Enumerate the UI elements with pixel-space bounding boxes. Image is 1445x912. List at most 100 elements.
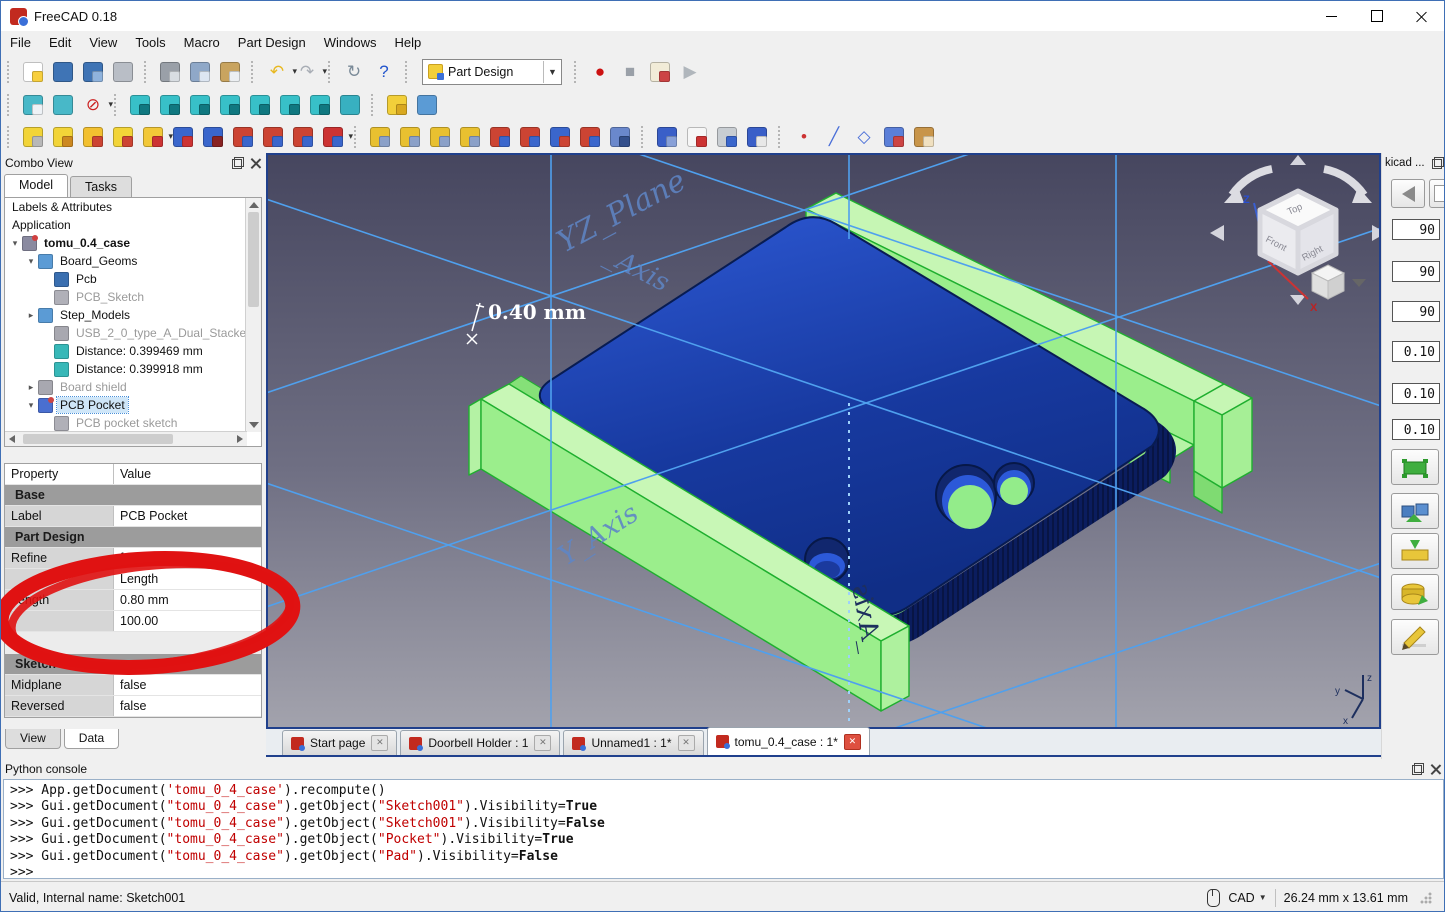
python-console-close-button[interactable]	[1430, 763, 1442, 775]
menu-edit[interactable]: Edit	[40, 31, 80, 54]
property-value[interactable]: 0.80 mm	[114, 590, 261, 610]
multitransform-button[interactable]	[456, 123, 484, 151]
tab-close-icon[interactable]: ✕	[371, 735, 388, 751]
tree-item-pcb-pocket[interactable]: ▾PCB Pocket	[5, 396, 247, 414]
close-button[interactable]	[1399, 1, 1444, 31]
menu-help[interactable]: Help	[385, 31, 430, 54]
shape-binder-button[interactable]	[653, 123, 681, 151]
view-front-button[interactable]	[156, 91, 184, 119]
combo-view-close-button[interactable]	[250, 157, 262, 169]
macro-stop-button[interactable]: ■	[616, 58, 644, 86]
subtractive-primitive-button[interactable]: ▾	[319, 123, 347, 151]
expand-board-geoms[interactable]: ▾	[25, 256, 37, 267]
tree-item-pcb-pocket-sketch[interactable]: PCB pocket sketch	[5, 414, 247, 432]
macro-edit-button[interactable]	[646, 58, 674, 86]
property-value[interactable]: PCB Pocket	[114, 506, 261, 526]
tree-item-pcb-sketch[interactable]: PCB_Sketch	[5, 288, 247, 306]
property-value[interactable]: Length	[114, 569, 261, 589]
menu-file[interactable]: File	[1, 31, 40, 54]
tree-horizontal-scrollbar[interactable]	[5, 431, 247, 446]
draft-button[interactable]	[546, 123, 574, 151]
kicad-spin-field-6[interactable]: 0.10	[1392, 419, 1440, 440]
tab-data[interactable]: Data	[64, 729, 119, 749]
subtractive-primitive-dropdown-icon[interactable]: ▾	[348, 131, 353, 142]
workbench-selector[interactable]: Part Design ▼	[422, 59, 562, 85]
boolean-operation-button[interactable]	[606, 123, 634, 151]
property-value[interactable]: false	[114, 696, 261, 716]
create-group-button[interactable]	[413, 91, 441, 119]
tree-item-application[interactable]: Application	[5, 216, 247, 234]
open-file-button[interactable]	[49, 58, 77, 86]
menu-macro[interactable]: Macro	[175, 31, 229, 54]
tab-close-icon[interactable]: ✕	[844, 734, 861, 750]
kicad-spin-field-5[interactable]: 0.10	[1392, 383, 1440, 404]
pad-button[interactable]	[19, 123, 47, 151]
property-value[interactable]: 100.00	[114, 611, 261, 631]
tab-close-icon[interactable]: ✕	[678, 735, 695, 751]
3d-viewport[interactable]: YZ_Plane _Axis Y_Axis _Axis 0.40 mm	[266, 153, 1381, 729]
expand-step-models[interactable]: ▸	[25, 310, 37, 321]
macro-record-button[interactable]: ●	[586, 58, 614, 86]
menu-view[interactable]: View	[80, 31, 126, 54]
kicad-spin-field-2[interactable]: 90	[1392, 261, 1440, 282]
view-rear-button[interactable]	[246, 91, 274, 119]
expand-doc-tomu-case[interactable]: ▾	[9, 238, 21, 249]
kicad-spin-field-1[interactable]: 90	[1392, 219, 1440, 240]
cut-button[interactable]	[156, 58, 184, 86]
fit-all-button[interactable]	[19, 91, 47, 119]
save-file-button[interactable]	[79, 58, 107, 86]
property-value[interactable]: false	[114, 548, 261, 568]
tree-item-doc-tomu-case[interactable]: ▾tomu_0.4_case	[5, 234, 247, 252]
view-right-button[interactable]	[216, 91, 244, 119]
document-tab-tomu-0-4-case-1[interactable]: tomu_0.4_case : 1*✕	[707, 727, 870, 755]
tree-item-usb-jack[interactable]: USB_2_0_type_A_Dual_Stacked_jac	[5, 324, 247, 342]
mirrored-button[interactable]	[366, 123, 394, 151]
map-sketch-button[interactable]	[743, 123, 771, 151]
paste-button[interactable]	[216, 58, 244, 86]
menu-tools[interactable]: Tools	[126, 31, 174, 54]
python-console-body[interactable]: >>> App.getDocument('tomu_0_4_case').rec…	[3, 779, 1444, 879]
hole-button[interactable]	[199, 123, 227, 151]
create-part-button[interactable]	[383, 91, 411, 119]
combo-view-float-button[interactable]	[232, 157, 244, 169]
whats-this-button[interactable]: ?	[370, 58, 398, 86]
create-bspline-button[interactable]	[880, 123, 908, 151]
tree-item-board-shield[interactable]: ▸Board shield	[5, 378, 247, 396]
print-button[interactable]	[109, 58, 137, 86]
additive-sweep-button[interactable]	[109, 123, 137, 151]
subtractive-sweep-button[interactable]	[289, 123, 317, 151]
sketch-edit-button[interactable]	[1391, 619, 1439, 655]
additive-loft-button[interactable]	[79, 123, 107, 151]
chamfer-button[interactable]	[516, 123, 544, 151]
draw-style-button[interactable]: ⊘▾	[79, 91, 107, 119]
workbench-dropdown-icon[interactable]: ▼	[543, 61, 561, 83]
kicad-spin-field-3[interactable]: 90	[1392, 301, 1440, 322]
tab-model[interactable]: Model	[4, 174, 68, 197]
polar-pattern-button[interactable]	[426, 123, 454, 151]
undo-button[interactable]: ↶▾	[263, 58, 291, 86]
tree-item-pcb[interactable]: Pcb	[5, 270, 247, 288]
zoom-box-button[interactable]	[49, 91, 77, 119]
create-sketch-button[interactable]	[683, 123, 711, 151]
menu-part-design[interactable]: Part Design	[229, 31, 315, 54]
fillet-button[interactable]	[486, 123, 514, 151]
push-cylinder-button[interactable]	[1391, 574, 1439, 610]
menu-windows[interactable]: Windows	[315, 31, 386, 54]
tree-item-labels-attributes[interactable]: Labels & Attributes	[5, 198, 247, 216]
refresh-button[interactable]: ↻	[340, 58, 368, 86]
view-left-button[interactable]	[306, 91, 334, 119]
redo-button[interactable]: ↷▾	[293, 58, 321, 86]
view-top-button[interactable]	[186, 91, 214, 119]
python-console-float-button[interactable]	[1412, 763, 1424, 775]
kicad-spin-field-4[interactable]: 0.10	[1392, 341, 1440, 362]
kicad-back-button[interactable]	[1391, 179, 1425, 208]
tab-view[interactable]: View	[5, 729, 61, 749]
carbon-copy-button[interactable]	[910, 123, 938, 151]
property-value[interactable]: false	[114, 675, 261, 695]
linear-pattern-button[interactable]	[396, 123, 424, 151]
macro-play-button[interactable]: ▶	[676, 58, 704, 86]
copy-button[interactable]	[186, 58, 214, 86]
push-board-button[interactable]	[1391, 533, 1439, 569]
tab-tasks[interactable]: Tasks	[70, 176, 132, 197]
load-parts-button[interactable]	[1391, 493, 1439, 529]
